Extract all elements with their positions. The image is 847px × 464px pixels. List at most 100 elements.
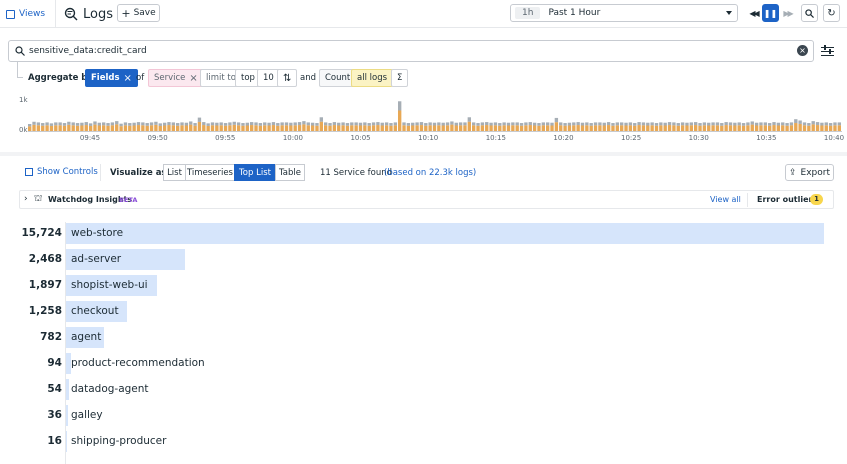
histogram-bar[interactable] (62, 123, 67, 132)
histogram-bar[interactable] (741, 123, 746, 132)
histogram-bar[interactable] (411, 122, 415, 132)
histogram-bar[interactable] (589, 123, 593, 132)
histogram-bar[interactable] (633, 123, 637, 132)
export-button[interactable]: ⇪ Export (785, 164, 834, 181)
histogram-bar[interactable] (189, 121, 193, 132)
histogram-bar[interactable] (750, 121, 754, 132)
histogram-bar[interactable] (559, 122, 563, 132)
histogram-bar[interactable] (746, 122, 750, 132)
close-icon[interactable]: × (189, 73, 197, 84)
histogram-bar[interactable] (593, 122, 598, 132)
histogram-bar[interactable] (236, 122, 241, 132)
histogram-bar[interactable] (102, 122, 106, 132)
histogram-bar[interactable] (215, 122, 219, 132)
histogram-bar[interactable] (371, 122, 376, 132)
histogram-bar[interactable] (406, 123, 411, 132)
row-label[interactable]: shopist-web-ui (71, 279, 148, 291)
histogram-bar[interactable] (49, 123, 54, 132)
forward-button[interactable]: ▶▶ (779, 4, 796, 22)
histogram-bar[interactable] (350, 122, 354, 132)
histogram-bar[interactable] (162, 122, 167, 132)
histogram-bar[interactable] (115, 121, 119, 132)
histogram-bar[interactable] (680, 122, 685, 132)
add-aggregation-button[interactable]: Σ (391, 69, 409, 87)
histogram-bar[interactable] (419, 122, 424, 132)
histogram-bar[interactable] (289, 122, 293, 132)
histogram-bar[interactable] (733, 122, 737, 132)
histogram-bar[interactable] (598, 122, 602, 132)
histogram-bar[interactable] (319, 117, 323, 132)
histogram-bar[interactable] (768, 123, 772, 132)
histogram-bar[interactable] (384, 122, 389, 132)
histogram-bar[interactable] (267, 122, 271, 132)
histogram-bar[interactable] (820, 122, 824, 132)
histogram-bar[interactable] (798, 120, 802, 132)
histogram-bar[interactable] (223, 123, 228, 132)
watchdog-insights-panel[interactable]: › ⛫ Watchdog Insights BETA View all Erro… (19, 190, 834, 209)
histogram-bar[interactable] (511, 122, 515, 132)
histogram-bar[interactable] (145, 123, 149, 132)
histogram-bar[interactable] (54, 122, 58, 132)
histogram-bar[interactable] (345, 123, 350, 132)
search-query[interactable]: sensitive_data:credit_card (29, 46, 147, 56)
histogram-bar[interactable] (276, 123, 280, 132)
histogram-bar[interactable] (476, 123, 480, 132)
histogram-bar[interactable] (532, 122, 537, 132)
sort-button[interactable]: ⇅ (277, 69, 298, 87)
histogram-bar[interactable] (197, 117, 202, 132)
histogram-bar[interactable] (67, 121, 71, 132)
rewind-button[interactable]: ◀◀ (745, 4, 762, 22)
save-button[interactable]: + Save (117, 4, 160, 22)
histogram-bar[interactable] (785, 123, 789, 132)
histogram-bar[interactable] (615, 122, 619, 132)
histogram-bar[interactable] (602, 122, 606, 132)
histogram-bar[interactable] (428, 122, 432, 132)
histogram-bar[interactable] (815, 122, 820, 132)
histogram-bar[interactable] (519, 123, 524, 132)
row-label[interactable]: shipping-producer (71, 435, 166, 447)
histogram-bar[interactable] (824, 122, 828, 132)
histogram-bar[interactable] (206, 123, 210, 132)
histogram-bar[interactable] (358, 122, 363, 132)
histogram-bar[interactable] (71, 122, 75, 132)
histogram-bar[interactable] (258, 123, 263, 132)
histogram-bar[interactable] (149, 122, 154, 132)
histogram-bar[interactable] (376, 122, 380, 132)
histogram-bar[interactable] (546, 122, 550, 132)
histogram-bar[interactable] (45, 122, 49, 132)
histogram-bar[interactable] (84, 122, 88, 132)
histogram-bar[interactable] (711, 122, 715, 132)
histogram-bar[interactable] (332, 122, 337, 132)
histogram-bar[interactable] (193, 123, 197, 132)
tab-top-list[interactable]: Top List (234, 164, 276, 181)
histogram-bar[interactable] (432, 122, 437, 132)
histogram-bar[interactable] (271, 122, 276, 132)
histogram-bar[interactable] (707, 122, 711, 132)
histogram-bar[interactable] (88, 123, 93, 132)
histogram-bar[interactable] (702, 122, 707, 132)
histogram-bar[interactable] (567, 122, 572, 132)
histogram-bar[interactable] (28, 124, 32, 132)
histogram-bar[interactable] (672, 122, 676, 132)
histogram-bar[interactable] (620, 122, 624, 132)
histogram-bar[interactable] (445, 122, 450, 132)
histogram-bar[interactable] (454, 122, 458, 132)
histogram-bar[interactable] (450, 121, 454, 132)
histogram-bar[interactable] (489, 122, 493, 132)
clear-search-icon[interactable]: × (797, 45, 808, 56)
histogram-bar[interactable] (524, 122, 528, 132)
histogram-bar[interactable] (794, 119, 798, 132)
histogram-bar[interactable] (310, 122, 315, 132)
histogram-bar[interactable] (485, 122, 489, 132)
histogram-bar[interactable] (628, 122, 633, 132)
histogram-bar[interactable] (367, 123, 371, 132)
histogram-bar[interactable] (424, 123, 428, 132)
histogram-bar[interactable] (646, 122, 650, 132)
row-label[interactable]: web-store (71, 227, 123, 239)
histogram-bar[interactable] (254, 122, 258, 132)
histogram-bar[interactable] (676, 123, 680, 132)
histogram-bar[interactable] (463, 122, 467, 132)
histogram-chart[interactable] (28, 100, 842, 132)
histogram-bar[interactable] (437, 122, 441, 132)
histogram-bar[interactable] (241, 123, 245, 132)
